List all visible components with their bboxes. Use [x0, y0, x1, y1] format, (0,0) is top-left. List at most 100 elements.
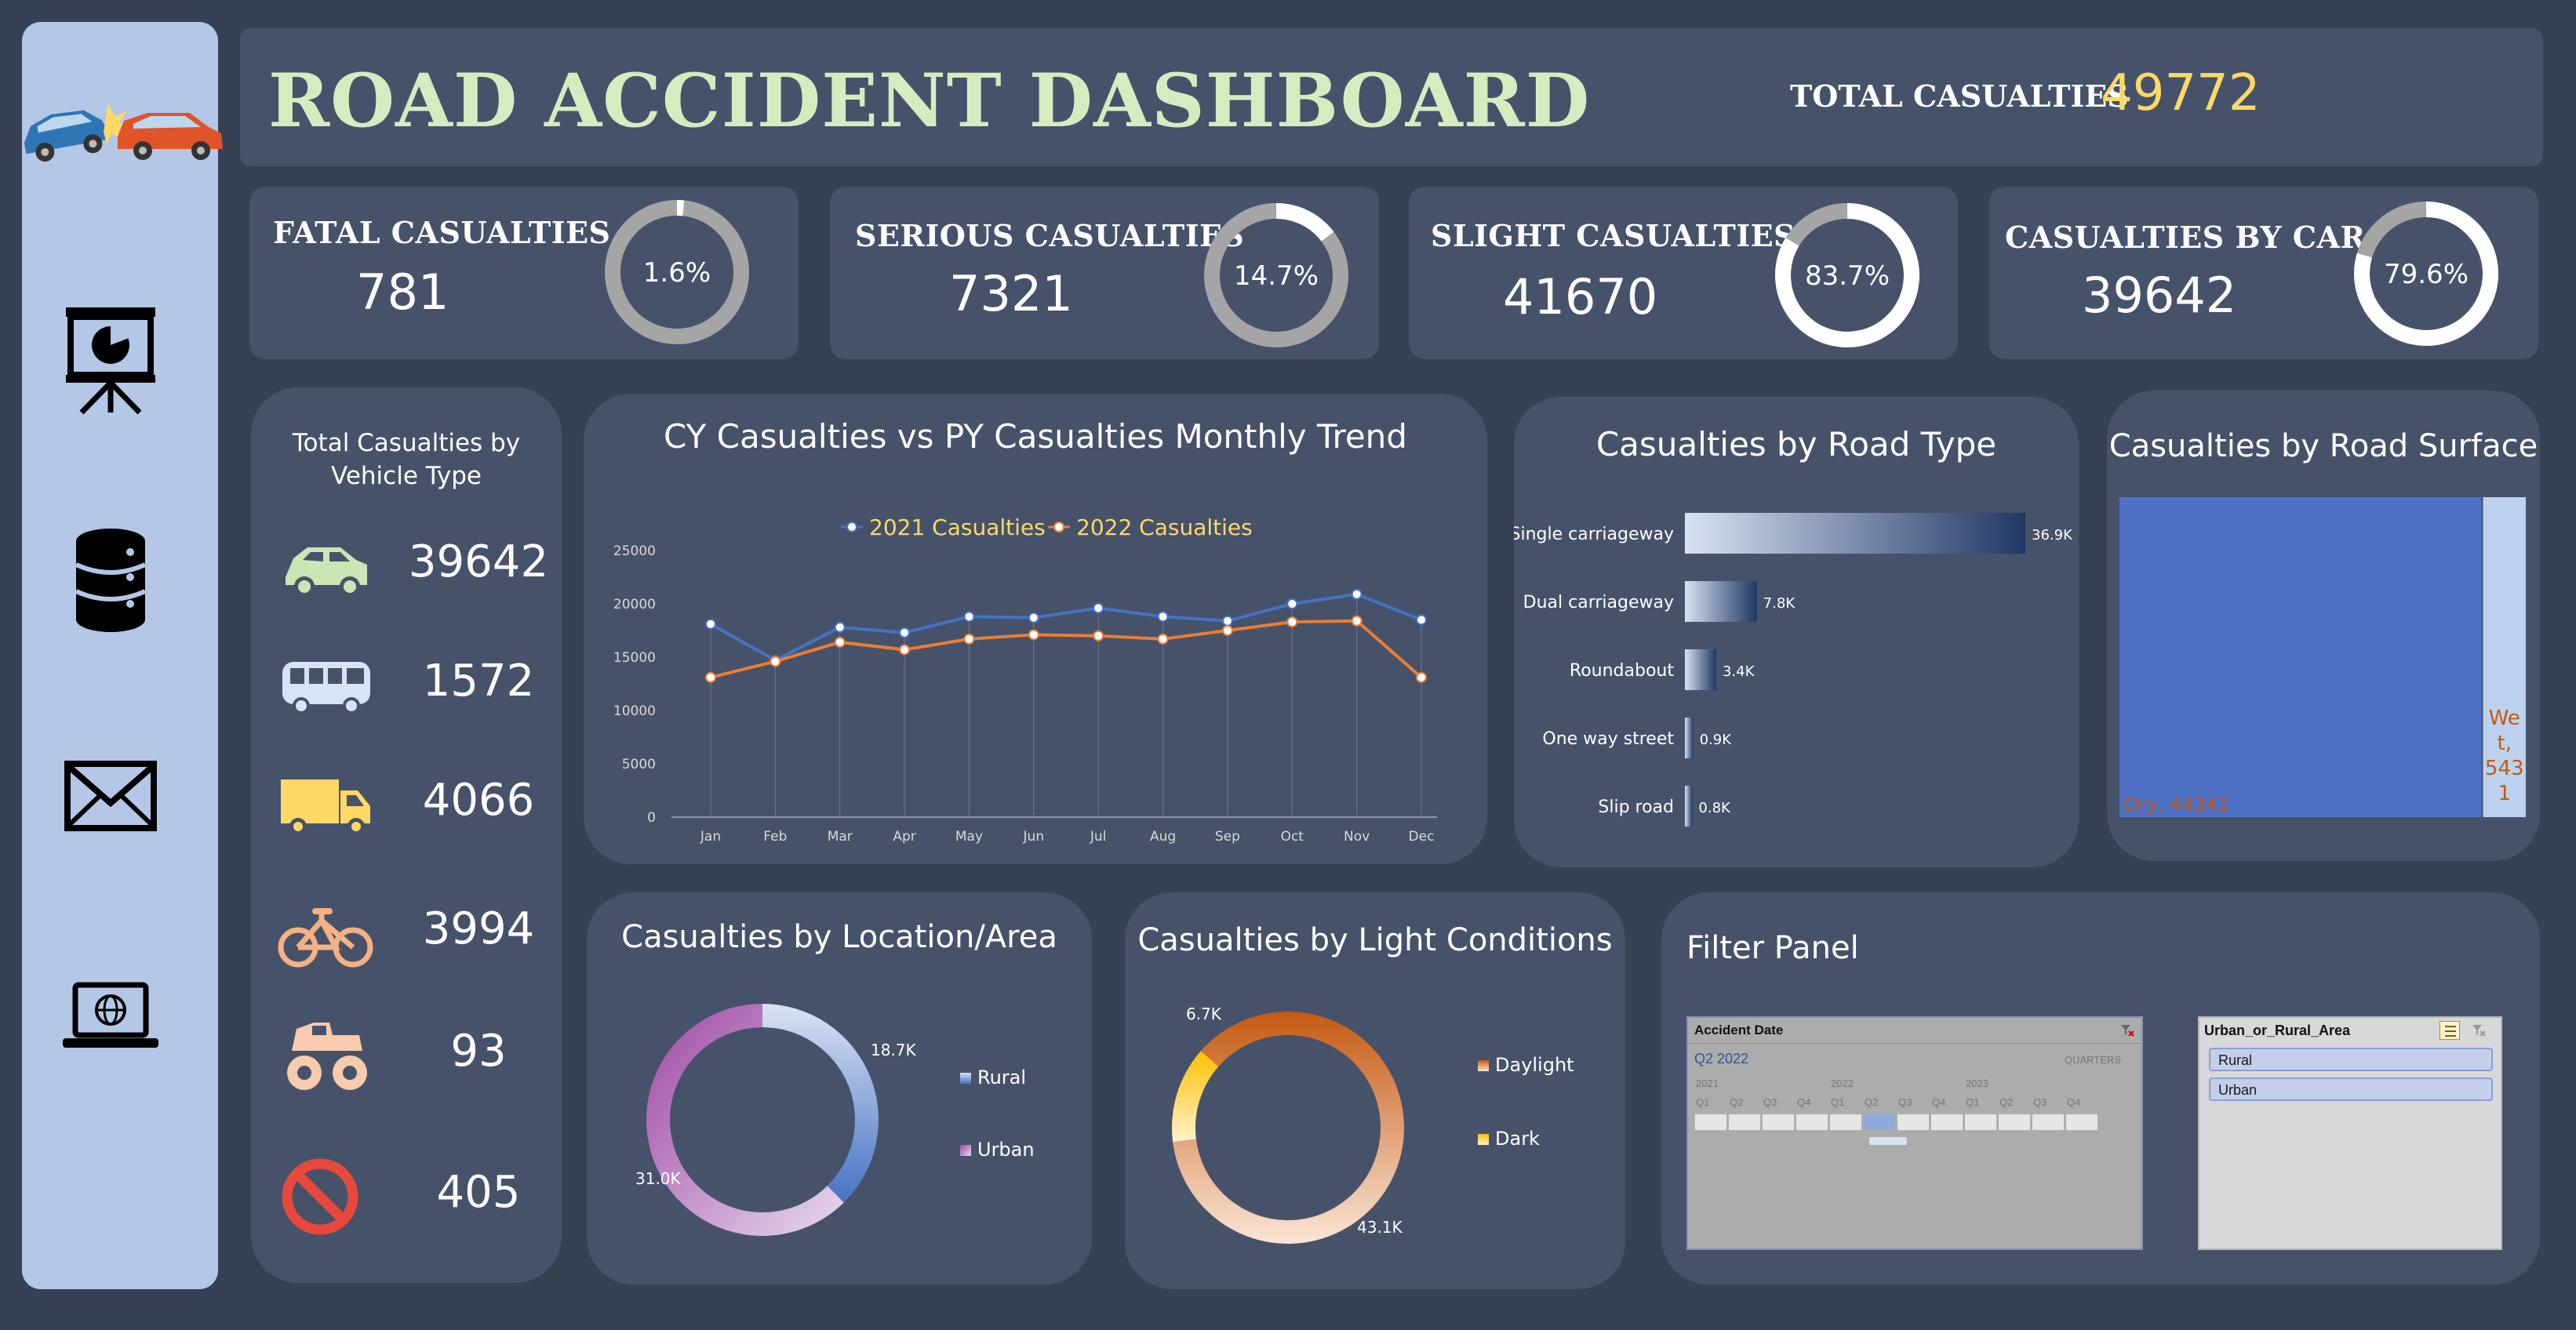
- presentation-icon[interactable]: [52, 303, 169, 420]
- bar: [1685, 581, 1757, 622]
- clear-filter-icon[interactable]: [2471, 1023, 2487, 1038]
- location-panel: Casualties by Location/Area 18.7K 31.0K Ru…: [587, 892, 1092, 1285]
- x-tick-label: Sep: [1215, 829, 1240, 845]
- timeline-quarter-label: Q3: [1898, 1096, 1912, 1108]
- vehicle-row-truck: 4066: [251, 761, 562, 847]
- x-tick-label: Dec: [1409, 829, 1435, 845]
- timeline-cell[interactable]: [1930, 1114, 1963, 1131]
- mail-icon[interactable]: [52, 758, 169, 836]
- y-tick-label: 0: [647, 810, 656, 826]
- treemap-label: 1: [2498, 782, 2511, 805]
- total-casualties-label: TOTAL CASUALTIES: [1790, 78, 2129, 114]
- x-tick-label: Oct: [1281, 829, 1304, 845]
- kpi-donut-fill: [1276, 203, 1334, 242]
- legend-label: Daylight: [1495, 1054, 1574, 1076]
- timeline-quarter-label: Q1: [1831, 1096, 1845, 1108]
- vehicle-value: 93: [450, 1026, 507, 1077]
- treemap-label: We: [2489, 707, 2520, 730]
- timeline-quarter-label: Q1: [1966, 1096, 1980, 1108]
- data-point: [963, 611, 975, 623]
- road-type-panel: Casualties by Road Type Single carriagew…: [1514, 397, 2079, 867]
- vehicle-row-bus: 1572: [251, 641, 562, 728]
- bar: [1685, 649, 1716, 690]
- bar-value-label: 7.8K: [1763, 595, 1796, 612]
- header-banner: ROAD ACCIDENT DASHBOARD TOTAL CASUALTIES…: [240, 28, 2543, 166]
- dashboard-title: ROAD ACCIDENT DASHBOARD: [268, 58, 1591, 144]
- category-label: Dual carriageway: [1523, 593, 1674, 612]
- y-tick-label: 20000: [613, 597, 656, 612]
- vehicle-value: 1572: [422, 656, 535, 707]
- data-point: [1286, 598, 1298, 609]
- data-point: [705, 618, 716, 630]
- timeline-cell[interactable]: [1762, 1114, 1795, 1131]
- data-point: [1028, 612, 1039, 623]
- treemap-label: t,: [2498, 732, 2512, 755]
- light-donut-chart: 43.1K 6.7K Daylight Dark: [1172, 1005, 1574, 1244]
- kpi-label: SERIOUS CASUALTIES: [855, 218, 1245, 253]
- data-point: [1093, 630, 1104, 641]
- timeline-quarter-label: Q4: [1797, 1096, 1811, 1108]
- urban-rural-slicer[interactable]: Urban_or_Rural_Area Rural Urban: [2198, 1016, 2502, 1250]
- slicer-option-urban[interactable]: Urban: [2209, 1077, 2493, 1101]
- monster-truck-icon: [275, 1012, 377, 1098]
- data-point: [899, 627, 911, 638]
- kpi-donut-label: 14.7%: [1234, 260, 1319, 292]
- treemap-tile-dry: [2119, 497, 2482, 817]
- category-label: One way street: [1542, 729, 1674, 749]
- laptop-globe-icon[interactable]: [52, 979, 169, 1065]
- slice-value-label: 6.7K: [1186, 1005, 1222, 1023]
- timeline-cell[interactable]: [1694, 1114, 1727, 1131]
- timeline-scrollbar[interactable]: [1869, 1137, 1907, 1145]
- kpi-value: 41670: [1503, 268, 1658, 325]
- database-icon[interactable]: [52, 524, 169, 634]
- legend-label: Dark: [1495, 1128, 1540, 1150]
- x-tick-label: Aug: [1150, 829, 1176, 845]
- timeline-cell[interactable]: [1728, 1114, 1761, 1131]
- timeline-year-label: 2022: [1831, 1077, 1854, 1089]
- vehicle-value: 39642: [408, 536, 549, 587]
- timeline-year-label: 2023: [1966, 1077, 1988, 1089]
- clear-filter-icon[interactable]: [2119, 1023, 2135, 1038]
- slicer-option-rural[interactable]: Rural: [2209, 1048, 2493, 1071]
- data-point: [963, 633, 975, 645]
- x-tick-label: Jun: [1023, 829, 1045, 845]
- kpi-label: CASUALTIES BY CAR: [2005, 220, 2366, 255]
- legend-label: Rural: [977, 1067, 1026, 1088]
- kpi-value: 781: [356, 263, 449, 321]
- timeline-cell[interactable]: [1829, 1114, 1862, 1131]
- x-tick-label: Mar: [828, 829, 853, 845]
- timeline-cell[interactable]: [2065, 1114, 2098, 1131]
- kpi-label: FATAL CASUALTIES: [273, 215, 611, 250]
- timeline-quarter-label: Q3: [2033, 1096, 2047, 1108]
- y-tick-label: 10000: [613, 703, 656, 719]
- x-tick-label: May: [955, 829, 983, 845]
- timeline-quarter-label: Q2: [1999, 1096, 2014, 1108]
- timeline-cell[interactable]: [2032, 1114, 2065, 1131]
- kpi-donut: 14.7%: [1202, 201, 1351, 354]
- kpi-donut-label: 79.6%: [2384, 259, 2469, 290]
- timeline-cell[interactable]: [1863, 1114, 1896, 1131]
- legend-marker: [1053, 521, 1064, 532]
- bar: [1685, 513, 2025, 554]
- slice-value-label: 18.7K: [871, 1041, 917, 1059]
- timeline-level[interactable]: QUARTERS: [2065, 1054, 2121, 1066]
- kpi-donut: 79.6%: [2352, 199, 2501, 352]
- slice-value-label: 43.1K: [1357, 1218, 1403, 1237]
- multi-select-icon[interactable]: [2440, 1021, 2460, 1040]
- car-crash-logo: [16, 88, 227, 166]
- road-surface-treemap: Dry, 44341 Wet,5431: [2119, 497, 2526, 817]
- timeline-cell[interactable]: [1998, 1114, 2031, 1131]
- legend-swatch: [960, 1145, 971, 1156]
- legend-swatch: [960, 1073, 971, 1084]
- bar: [1685, 718, 1694, 758]
- timeline-cell[interactable]: [1897, 1114, 1930, 1131]
- monthly-trend-chart: 0 5000 10000 15000 20000 25000 Jan Feb Mar Apr May…: [613, 514, 1437, 845]
- y-tick-label: 15000: [613, 650, 656, 666]
- timeline-cell[interactable]: [1796, 1114, 1828, 1131]
- kpi-card-car: CASUALTIES BY CAR 39642 79.6%: [1989, 187, 2538, 359]
- x-tick-label: Apr: [893, 829, 915, 845]
- timeline-cell[interactable]: [1964, 1114, 1997, 1131]
- data-point: [1416, 671, 1427, 683]
- vehicle-title-line2: Vehicle Type: [331, 462, 482, 490]
- accident-date-slicer[interactable]: Accident Date Q2 2022 QUARTERS 2021 2022 2…: [1686, 1016, 2143, 1250]
